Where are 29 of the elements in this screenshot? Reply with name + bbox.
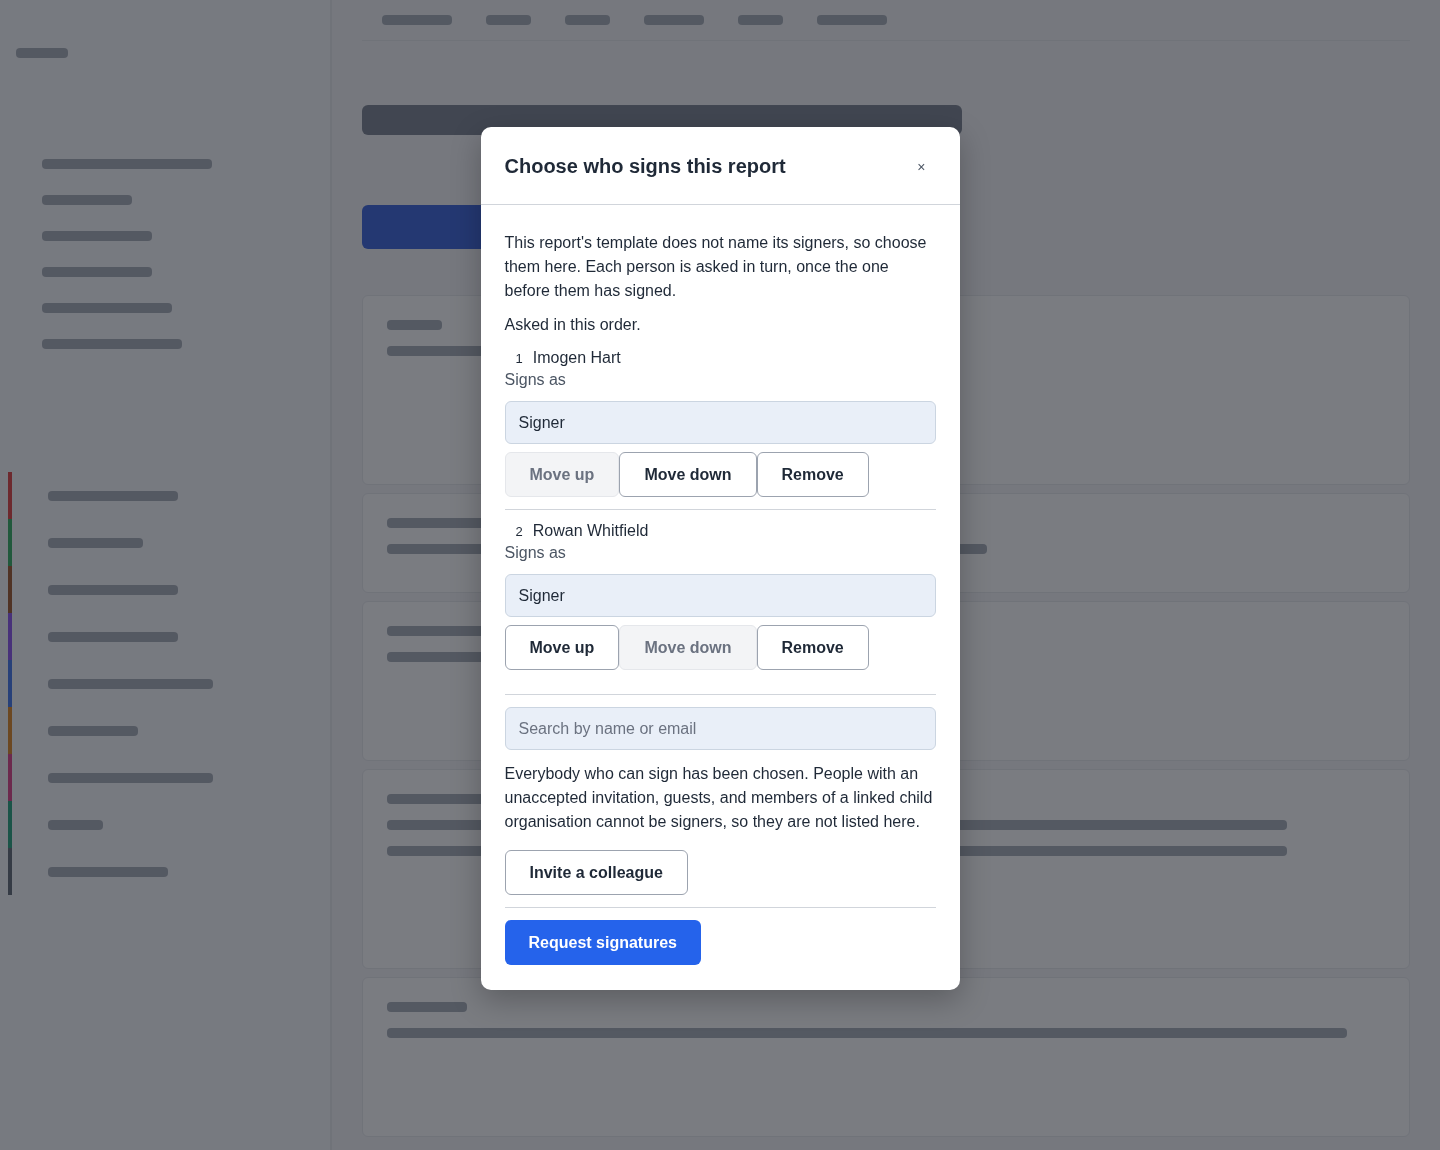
role-field[interactable]: Signer: [504, 574, 936, 617]
order-number: 2: [515, 523, 523, 539]
invite-button[interactable]: Invite a colleague: [504, 850, 688, 895]
blurred-text: [382, 15, 452, 25]
field-label: Signs as: [504, 544, 566, 562]
blurred-text: [387, 320, 442, 330]
order-number: 1: [515, 350, 523, 366]
dialog-title: Choose who signs this report: [504, 155, 786, 178]
note-text: Everybody who can sign has been chosen. People with an unaccepted invitation, guests, and members of a linked child organisation cannot be signers, so they are not listed here.: [504, 764, 934, 832]
blurred-text: [565, 15, 610, 25]
blurred-text: [817, 15, 887, 25]
blurred-text: [644, 15, 704, 25]
field-label: Signs as: [504, 371, 566, 389]
blurred-text: [16, 48, 68, 58]
request-signatures-button[interactable]: Request signatures: [504, 920, 701, 965]
signer-action-button[interactable]: Move up: [504, 625, 620, 670]
signer-action-button[interactable]: Move down: [619, 452, 757, 497]
close-button[interactable]: ×: [907, 156, 936, 177]
order-label: Asked in this order.: [504, 315, 642, 335]
role-field[interactable]: Signer: [504, 401, 936, 444]
signer-name: Imogen Hart: [532, 349, 621, 367]
blurred-text: [486, 15, 531, 25]
signer-action-button[interactable]: Remove: [756, 625, 869, 670]
intro-text: This report's template does not name its signers, so choose them here. Each person is asked in turn, once the one before them has signed.: [504, 233, 928, 301]
search-field[interactable]: Search by name or email: [504, 707, 936, 750]
signer-action-button[interactable]: Remove: [756, 452, 869, 497]
blurred-text: [738, 15, 783, 25]
blurred-text: [48, 819, 103, 830]
signer-name: Rowan Whitfield: [532, 522, 649, 540]
